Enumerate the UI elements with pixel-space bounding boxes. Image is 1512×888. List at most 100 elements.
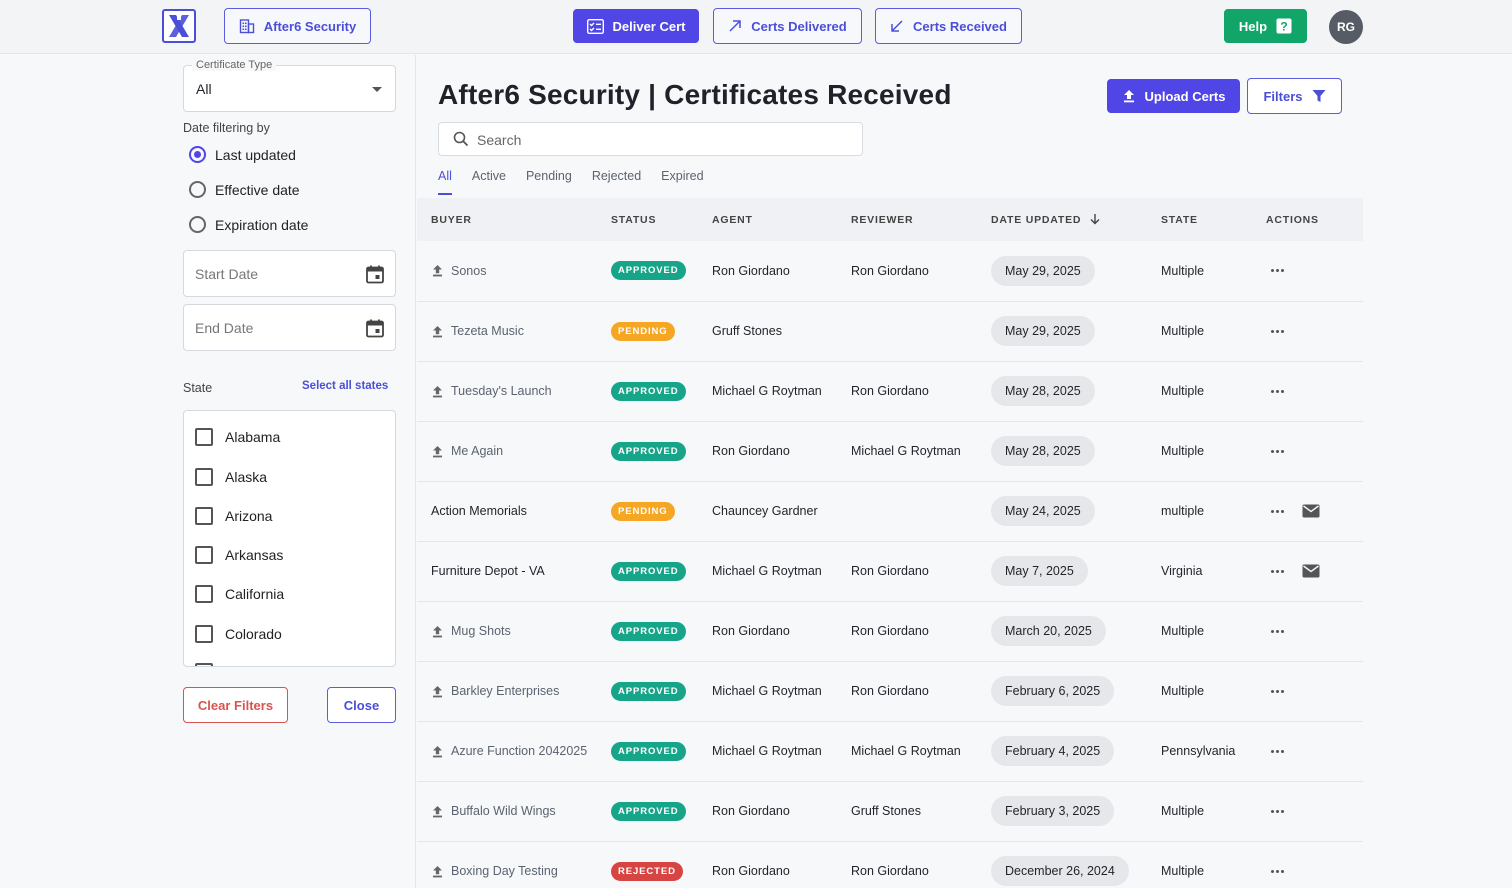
- sort-arrow-down-icon[interactable]: [1089, 213, 1101, 225]
- table-row[interactable]: Action Memorials PENDING Chauncey Gardner M…: [417, 481, 1363, 541]
- radio-last-updated[interactable]: Last updated: [189, 146, 296, 163]
- more-dots-icon[interactable]: [1271, 449, 1284, 453]
- col-buyer[interactable]: BUYER: [417, 198, 611, 241]
- cell-agent: Ron Giordano: [712, 864, 790, 878]
- buyer-name[interactable]: Mug Shots: [451, 624, 511, 638]
- buyer-name[interactable]: Tuesday's Launch: [451, 384, 552, 398]
- status-badge: APPROVED: [611, 561, 686, 581]
- more-dots-icon[interactable]: [1271, 269, 1284, 273]
- more-dots-icon[interactable]: [1271, 389, 1284, 393]
- checkbox-california[interactable]: California: [195, 585, 284, 603]
- cell-reviewer: Ron Giordano: [851, 564, 929, 578]
- more-dots-icon[interactable]: [1271, 809, 1284, 813]
- row-actions: [1266, 809, 1363, 813]
- cell-buyer: Boxing Day Testing: [417, 841, 611, 888]
- buyer-name[interactable]: Sonos: [451, 264, 486, 278]
- more-dots-icon[interactable]: [1271, 569, 1284, 573]
- buyer-name-wrap: Tuesday's Launch: [431, 384, 611, 398]
- tab-expired[interactable]: Expired: [661, 169, 703, 195]
- more-dots-icon[interactable]: [1271, 869, 1284, 873]
- table-row[interactable]: Buffalo Wild Wings APPROVED Ron Giordano Gr…: [417, 781, 1363, 841]
- more-dots-icon[interactable]: [1271, 509, 1284, 513]
- table-row[interactable]: Mug Shots APPROVED Ron Giordano Ron Giordan…: [417, 601, 1363, 661]
- cell-date-updated: February 4, 2025: [991, 721, 1161, 781]
- mail-icon[interactable]: [1302, 504, 1320, 518]
- end-date-input[interactable]: End Date: [183, 304, 396, 351]
- checkbox-label: Colorado: [225, 626, 282, 642]
- radio-effective-date[interactable]: Effective date: [189, 181, 300, 198]
- search-input[interactable]: Search: [438, 122, 863, 156]
- certs-delivered-button[interactable]: Certs Delivered: [713, 8, 862, 44]
- select-all-states-link[interactable]: Select all states: [302, 380, 388, 392]
- mail-icon[interactable]: [1302, 564, 1320, 578]
- buyer-name-wrap: Furniture Depot - VA: [431, 564, 611, 578]
- status-badge: APPROVED: [611, 261, 686, 281]
- buyer-name[interactable]: Me Again: [451, 444, 503, 458]
- tab-rejected[interactable]: Rejected: [592, 169, 641, 195]
- col-date-updated[interactable]: DATE UPDATED: [991, 198, 1161, 241]
- col-agent[interactable]: AGENT: [712, 198, 851, 241]
- col-state[interactable]: STATE: [1161, 198, 1266, 241]
- tab-active[interactable]: Active: [472, 169, 506, 195]
- calendar-icon[interactable]: [365, 318, 385, 338]
- org-switcher-button[interactable]: After6 Security: [224, 8, 371, 44]
- checkbox-colorado[interactable]: Colorado: [195, 625, 282, 643]
- table-row[interactable]: Tezeta Music PENDING Gruff Stones May 29, 2…: [417, 301, 1363, 361]
- upload-icon: [433, 865, 442, 877]
- table-row[interactable]: Barkley Enterprises APPROVED Michael G Roy…: [417, 661, 1363, 721]
- buyer-name[interactable]: Furniture Depot - VA: [431, 564, 545, 578]
- tab-all[interactable]: All: [438, 169, 452, 195]
- radio-expiration-date[interactable]: Expiration date: [189, 216, 308, 233]
- col-reviewer[interactable]: REVIEWER: [851, 198, 991, 241]
- cell-agent: Michael G Roytman: [712, 684, 822, 698]
- start-date-input[interactable]: Start Date: [183, 250, 396, 297]
- checkbox-alaska[interactable]: Alaska: [195, 468, 267, 486]
- table-row[interactable]: Sonos APPROVED Ron Giordano Ron Giordano May…: [417, 241, 1363, 301]
- more-dots-icon[interactable]: [1271, 629, 1284, 633]
- table-row[interactable]: Me Again APPROVED Ron Giordano Michael G Ro…: [417, 421, 1363, 481]
- col-date-updated-label: DATE UPDATED: [991, 214, 1082, 226]
- close-button[interactable]: Close: [327, 687, 396, 723]
- more-dots-icon[interactable]: [1271, 689, 1284, 693]
- cell-state: Multiple: [1161, 684, 1205, 698]
- app-logo[interactable]: [162, 9, 196, 43]
- upload-icon: [433, 625, 442, 637]
- state-checkbox-list[interactable]: Alabama Alaska Arizona Arkansas Californ…: [183, 410, 396, 667]
- question-icon: ?: [1276, 18, 1292, 34]
- checkbox-arkansas[interactable]: Arkansas: [195, 546, 283, 564]
- help-button[interactable]: Help ?: [1224, 9, 1307, 43]
- buyer-name-wrap: Barkley Enterprises: [431, 684, 611, 698]
- more-dots-icon[interactable]: [1271, 329, 1284, 333]
- clear-filters-button[interactable]: Clear Filters: [183, 687, 288, 723]
- buyer-name[interactable]: Barkley Enterprises: [451, 684, 559, 698]
- filters-button[interactable]: Filters: [1247, 78, 1342, 114]
- buyer-name[interactable]: Azure Function 2042025: [451, 744, 587, 758]
- deliver-cert-button[interactable]: Deliver Cert: [573, 9, 699, 43]
- cell-state: Multiple: [1161, 324, 1205, 338]
- status-badge: APPROVED: [611, 681, 686, 701]
- cell-date-updated: February 6, 2025: [991, 661, 1161, 721]
- calendar-icon[interactable]: [365, 264, 385, 284]
- table-row[interactable]: Azure Function 2042025 APPROVED Michael G …: [417, 721, 1363, 781]
- buyer-name[interactable]: Tezeta Music: [451, 324, 524, 338]
- upload-certs-button[interactable]: Upload Certs: [1107, 79, 1240, 113]
- cell-agent: Michael G Roytman: [712, 564, 822, 578]
- table-row[interactable]: Boxing Day Testing REJECTED Ron Giordano Ro…: [417, 841, 1363, 888]
- checkbox-alabama[interactable]: Alabama: [195, 428, 280, 446]
- buyer-name[interactable]: Action Memorials: [431, 504, 527, 518]
- certificate-type-select[interactable]: Certificate Type All: [183, 59, 396, 112]
- cell-reviewer: [851, 481, 991, 541]
- col-status[interactable]: STATUS: [611, 198, 712, 241]
- buyer-name[interactable]: Buffalo Wild Wings: [451, 804, 556, 818]
- cell-reviewer: [851, 301, 991, 361]
- cell-date-updated: May 29, 2025: [991, 301, 1161, 361]
- checkbox-label: Arkansas: [225, 547, 284, 563]
- certs-received-button[interactable]: Certs Received: [875, 8, 1022, 44]
- buyer-name[interactable]: Boxing Day Testing: [451, 864, 558, 878]
- more-dots-icon[interactable]: [1271, 749, 1284, 753]
- table-row[interactable]: Tuesday's Launch APPROVED Michael G Roytma…: [417, 361, 1363, 421]
- checkbox-arizona[interactable]: Arizona: [195, 507, 272, 525]
- tab-pending[interactable]: Pending: [526, 169, 572, 195]
- user-avatar[interactable]: RG: [1329, 10, 1363, 44]
- table-row[interactable]: Furniture Depot - VA APPROVED Michael G Ro…: [417, 541, 1363, 601]
